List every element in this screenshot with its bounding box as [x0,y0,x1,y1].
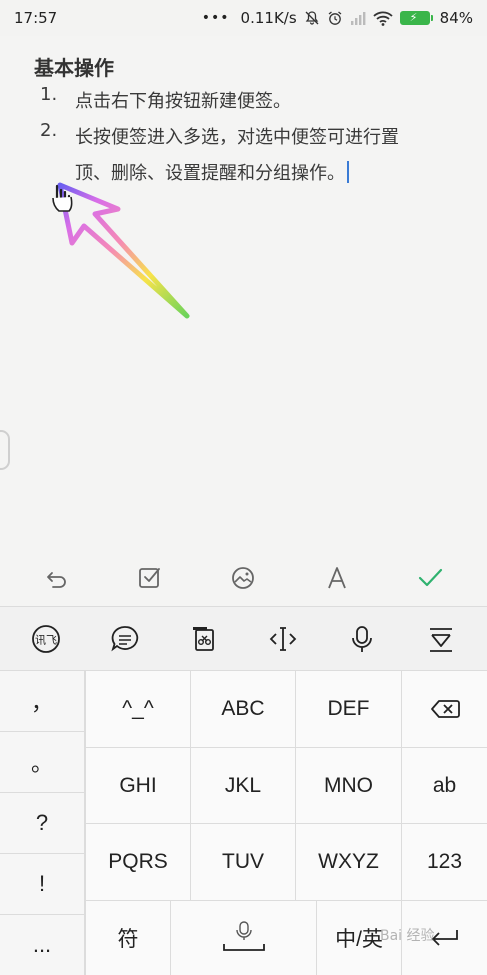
signal-icon [350,11,366,25]
note-heading: 基本操作 [34,56,114,80]
status-icons: ••• 0.11K/s ⚡ 84% [202,9,473,27]
cursor-move-button[interactable] [258,614,308,664]
emoji-button[interactable] [100,614,150,664]
confirm-button[interactable] [407,555,453,601]
watermark: Bai 经验 [380,928,435,944]
input-method-logo-button[interactable]: 讯飞 [21,614,71,664]
punct-key-ellipsis[interactable]: ... [0,915,84,975]
clipboard-icon [192,626,214,651]
list-number-1: 1. [40,84,58,105]
key-pqrs[interactable]: PQRS [86,824,190,900]
key-number-mode[interactable]: 123 [402,824,487,900]
voice-input-button[interactable] [337,614,387,664]
punct-key-comma[interactable]: ， [0,671,84,731]
key-symbols[interactable]: 符 [86,901,170,975]
punct-key-period[interactable]: 。 [0,732,84,792]
undo-button[interactable] [34,555,80,601]
hide-keyboard-button[interactable] [416,614,466,664]
key-jkl[interactable]: JKL [191,748,295,823]
editor-toolbar [0,550,487,606]
space-mic-icon [222,921,265,951]
backspace-key[interactable] [402,671,487,747]
keyboard-toolbar: 讯飞 [0,606,487,670]
hide-keyboard-icon [430,627,453,652]
text-format-icon [328,567,346,589]
network-speed: 0.11K/s [240,9,297,27]
key-ghi[interactable]: GHI [86,748,190,823]
text-format-button[interactable] [314,555,360,601]
side-drawer-handle[interactable] [0,430,10,470]
battery-percent: 84% [439,9,473,27]
emoji-bubble-icon [111,625,138,651]
list-item-2-line-2: 顶、删除、设置提醒和分组操作。 [75,156,349,192]
key-english-mode[interactable]: ab [402,748,487,823]
list-item-2-line-2-text: 顶、删除、设置提醒和分组操作。 [75,163,345,184]
insert-image-button[interactable] [220,555,266,601]
confirm-check-icon [419,568,443,587]
input-method-logo-icon: 讯飞 [31,624,60,653]
space-key[interactable] [171,901,316,975]
battery-charging-icon: ⚡ [399,11,433,25]
list-item-2-line-1: 长按便签进入多选，对选中便签可进行置 [75,127,399,148]
key-emoticon[interactable]: ^_^ [86,671,190,747]
wifi-icon [373,11,393,26]
punct-key-exclaim[interactable]: ! [0,854,84,914]
checklist-icon [139,568,160,588]
notification-dots: ••• [201,10,230,26]
clipboard-button[interactable] [179,614,229,664]
key-mno[interactable]: MNO [296,748,401,823]
punct-key-question[interactable]: ? [0,793,84,853]
cursor-move-icon [269,626,297,651]
list-number-2: 2. [40,120,58,141]
status-time: 17:57 [14,9,58,27]
checklist-button[interactable] [127,555,173,601]
list-item-1-line: 点击右下角按钮新建便签。 [75,91,291,112]
alarm-icon [327,10,343,26]
backspace-icon [430,700,460,718]
mute-icon [304,10,320,26]
note-editor[interactable]: 基本操作 1. 点击右下角按钮新建便签。 2. 长按便签进入多选，对选中便签可进… [0,36,487,550]
microphone-icon [352,625,373,652]
key-abc[interactable]: ABC [191,671,295,747]
status-bar: 17:57 ••• 0.11K/s ⚡ 84% [0,0,487,36]
key-def[interactable]: DEF [296,671,401,747]
key-tuv[interactable]: TUV [191,824,295,900]
svg-text:讯飞: 讯飞 [35,633,57,646]
image-icon [232,567,255,589]
undo-icon [46,572,66,588]
key-wxyz[interactable]: WXYZ [296,824,401,900]
text-cursor [347,161,349,183]
